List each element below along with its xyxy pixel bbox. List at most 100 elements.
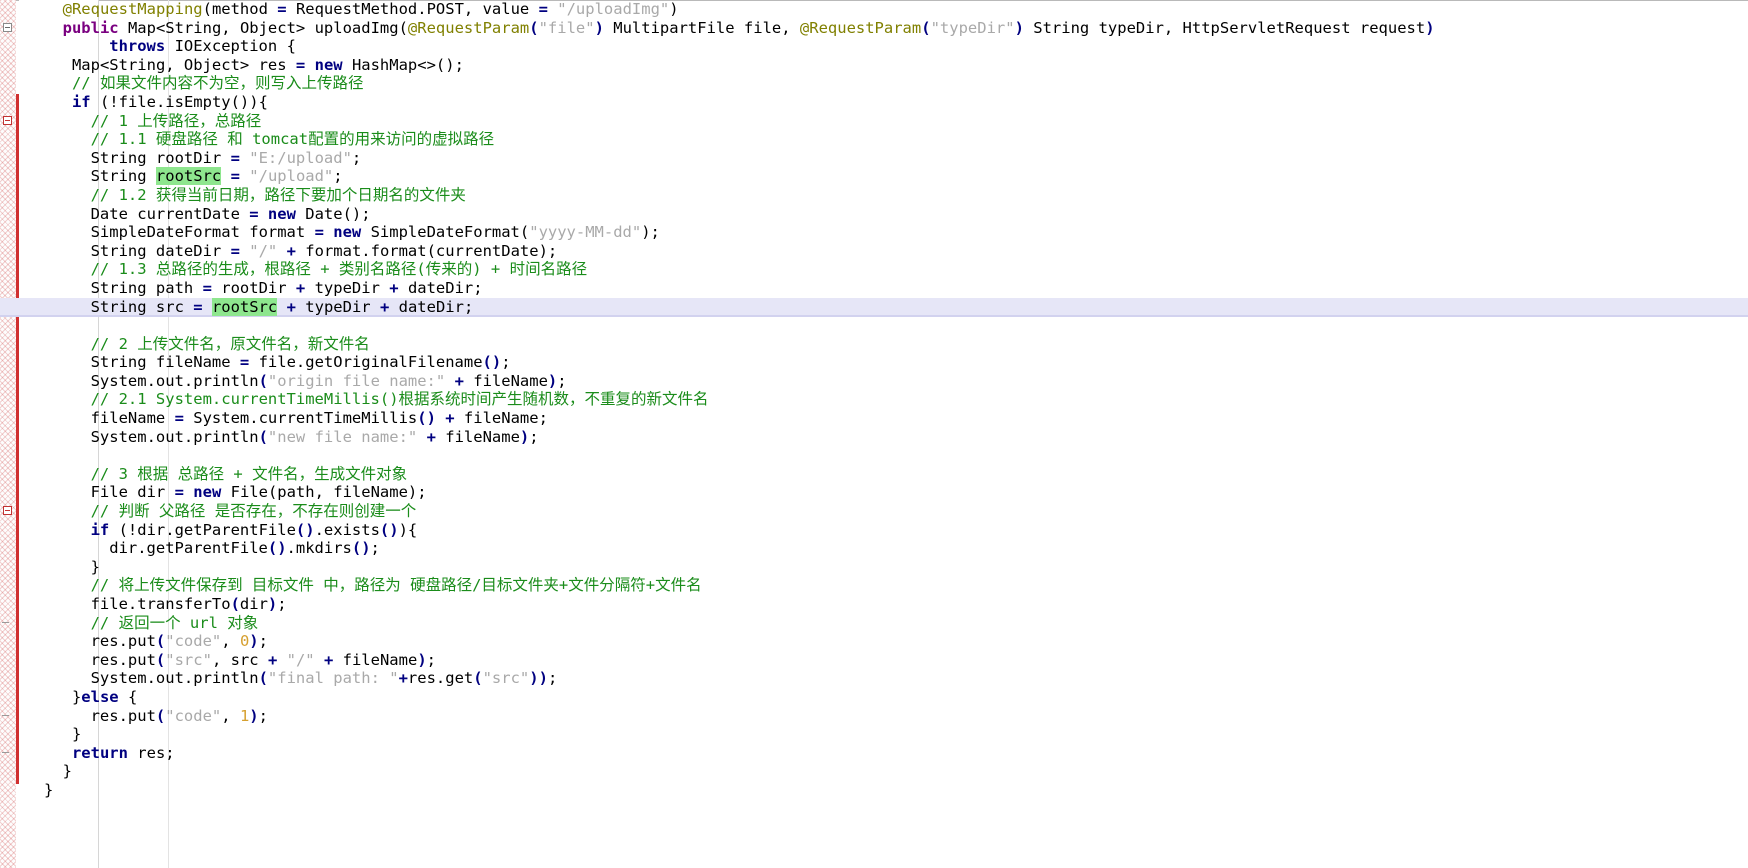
code-line[interactable]: SimpleDateFormat format = new SimpleDate… <box>0 223 1748 242</box>
code-line[interactable] <box>0 316 1748 335</box>
code-line[interactable]: // 1.3 总路径的生成，根路径 + 类别名路径(传来的) + 时间名路径 <box>0 260 1748 279</box>
code-line-content: dir.getParentFile().mkdirs(); <box>44 539 380 557</box>
code-line[interactable]: if (!file.isEmpty()){ <box>0 93 1748 112</box>
code-token: ) <box>1425 18 1435 37</box>
code-line[interactable]: // 2 上传文件名，原文件名，新文件名 <box>0 335 1748 354</box>
code-token: String <box>90 167 156 186</box>
code-line[interactable]: String fileName = file.getOriginalFilena… <box>0 353 1748 372</box>
code-token: res.get <box>407 669 474 688</box>
code-token: res; <box>127 743 175 762</box>
code-line[interactable]: // 1.2 获得当前日期，路径下要加个日期名的文件夹 <box>0 186 1748 205</box>
code-token: ; <box>501 353 511 372</box>
code-token: ( <box>155 650 166 669</box>
code-token: SimpleDateFormat( <box>361 223 530 242</box>
code-line-content: // 2.1 System.currentTimeMillis()根据系统时间产… <box>44 390 709 408</box>
code-token: ( <box>155 632 166 651</box>
code-line[interactable]: @RequestMapping(method = RequestMethod.P… <box>0 0 1748 19</box>
code-line-content: String src = rootSrc + typeDir + dateDir… <box>44 297 473 316</box>
code-line[interactable]: // 1 上传路径，总路径 <box>0 112 1748 131</box>
code-line-content: // 返回一个 url 对象 <box>44 614 259 632</box>
code-token: + <box>445 409 455 428</box>
code-token: + <box>454 371 464 390</box>
code-line[interactable]: dir.getParentFile().mkdirs(); <box>0 539 1748 558</box>
code-token: ( <box>473 669 483 688</box>
code-line-caret[interactable]: String src = rootSrc + typeDir + dateDir… <box>0 297 1748 317</box>
code-token: = <box>230 241 240 260</box>
code-line[interactable]: } <box>0 558 1748 577</box>
code-line[interactable]: // 2.1 System.currentTimeMillis()根据系统时间产… <box>0 390 1748 409</box>
code-line[interactable]: res.put("code", 1); <box>0 707 1748 726</box>
code-line-content: String rootSrc = "/upload"; <box>44 167 343 186</box>
code-line[interactable]: } <box>0 725 1748 744</box>
code-line[interactable]: System.out.println("final path: "+res.ge… <box>0 669 1748 688</box>
code-line[interactable]: System.out.println("origin file name:" +… <box>0 372 1748 391</box>
code-token: "final path: " <box>267 669 399 688</box>
code-line[interactable]: String path = rootDir + typeDir + dateDi… <box>0 279 1748 298</box>
code-line[interactable]: Map<String, Object> res = new HashMap<>(… <box>0 56 1748 75</box>
code-line[interactable]: String rootDir = "E:/upload"; <box>0 149 1748 168</box>
code-line[interactable]: String dateDir = "/" + format.format(cur… <box>0 242 1748 261</box>
code-line-content: // 如果文件内容不为空，则写入上传路径 <box>44 74 364 92</box>
code-editor-viewport[interactable]: @RequestMapping(method = RequestMethod.P… <box>0 0 1748 868</box>
code-line[interactable]: res.put("code", 0); <box>0 632 1748 651</box>
code-line[interactable]: String rootSrc = "/upload"; <box>0 167 1748 186</box>
code-line[interactable]: } <box>0 781 1748 800</box>
code-token: ( <box>155 706 166 725</box>
code-line-content: @RequestMapping(method = RequestMethod.P… <box>44 0 679 18</box>
code-token: ) <box>249 706 259 725</box>
code-line[interactable]: System.out.println("new file name:" + fi… <box>0 428 1748 447</box>
code-token: RequestMethod.POST, value <box>286 0 539 18</box>
code-token: Map<String, Object> res <box>71 55 296 74</box>
code-token: "typeDir" <box>930 18 1015 37</box>
code-token: ) <box>594 18 604 37</box>
code-token: = <box>239 353 250 372</box>
code-token: "code" <box>165 706 222 725</box>
code-token: Map<String, Object> uploadImg( <box>118 18 408 37</box>
code-line[interactable]: file.transferTo(dir); <box>0 595 1748 614</box>
code-line[interactable]: fileName = System.currentTimeMillis() + … <box>0 409 1748 428</box>
code-token: rootDir <box>211 278 296 297</box>
code-token: "origin file name:" <box>267 371 446 390</box>
code-line[interactable]: // 1.1 硬盘路径 和 tomcat配置的用来访问的虚拟路径 <box>0 130 1748 149</box>
code-line-content: } <box>44 762 72 780</box>
code-line-content: return res; <box>44 744 175 762</box>
code-line[interactable]: // 将上传文件保存到 目标文件 中，路径为 硬盘路径/目标文件夹+文件分隔符+… <box>0 576 1748 595</box>
code-token: file.getOriginalFilename <box>249 353 483 372</box>
code-text-area[interactable]: @RequestMapping(method = RequestMethod.P… <box>0 0 1748 868</box>
code-line[interactable]: res.put("src", src + "/" + fileName); <box>0 651 1748 670</box>
code-token: "src" <box>482 669 530 688</box>
code-line[interactable]: public Map<String, Object> uploadImg(@Re… <box>0 19 1748 38</box>
code-line[interactable]: } <box>0 762 1748 781</box>
code-line[interactable] <box>0 446 1748 465</box>
code-token: () <box>351 539 371 558</box>
code-token: ; <box>258 632 268 651</box>
code-line[interactable]: if (!dir.getParentFile().exists()){ <box>0 521 1748 540</box>
code-token: @RequestParam <box>407 18 530 37</box>
code-token: = <box>230 148 240 167</box>
code-line-content: File dir = new File(path, fileName); <box>44 483 427 501</box>
code-token: + <box>267 650 278 669</box>
code-token: fileName <box>333 650 418 669</box>
code-token: ; <box>258 706 268 725</box>
code-line[interactable]: // 返回一个 url 对象 <box>0 614 1748 633</box>
code-token: ( <box>921 18 931 37</box>
code-token: String rootDir <box>90 148 231 167</box>
code-line[interactable]: return res; <box>0 744 1748 763</box>
code-line[interactable]: File dir = new File(path, fileName); <box>0 483 1748 502</box>
code-line[interactable]: // 3 根据 总路径 + 文件名，生成文件对象 <box>0 465 1748 484</box>
code-token: = <box>314 223 324 242</box>
code-line[interactable]: // 如果文件内容不为空，则写入上传路径 <box>0 74 1748 93</box>
code-token: Date currentDate <box>90 204 250 223</box>
code-token: (!dir.getParentFile <box>109 520 296 539</box>
code-token: ( <box>258 427 268 446</box>
code-line[interactable]: throws IOException { <box>0 37 1748 56</box>
code-line[interactable]: Date currentDate = new Date(); <box>0 205 1748 224</box>
code-token: "yyyy-MM-dd" <box>529 223 642 242</box>
code-line[interactable]: // 判断 父路径 是否存在，不存在则创建一个 <box>0 502 1748 521</box>
code-line[interactable]: }else { <box>0 688 1748 707</box>
